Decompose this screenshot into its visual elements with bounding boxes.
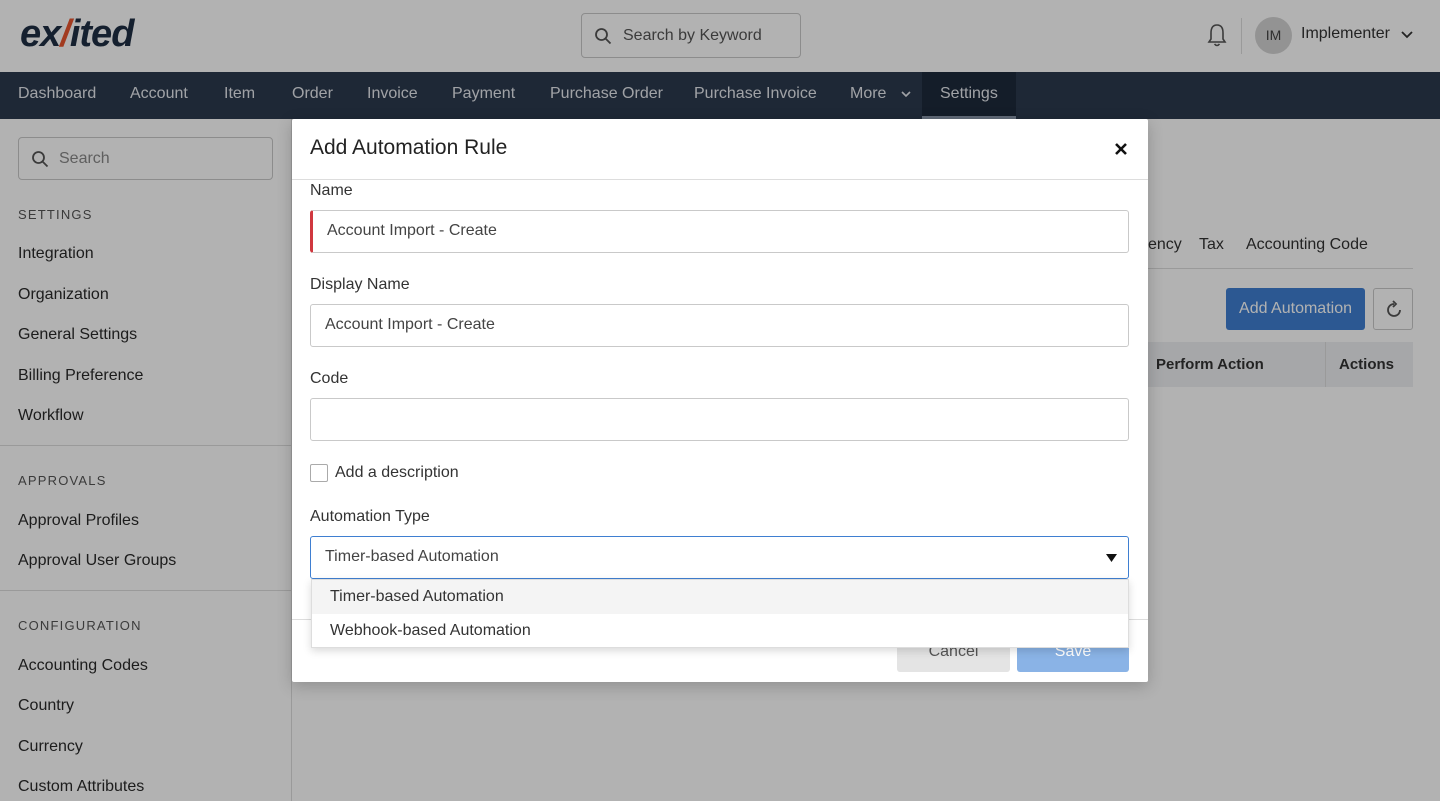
caret-down-icon (1106, 554, 1117, 562)
modal-title: Add Automation Rule (310, 136, 508, 159)
display-name-input[interactable]: Account Import - Create (310, 304, 1129, 347)
automation-type-label: Automation Type (310, 508, 430, 525)
add-description-checkbox[interactable] (310, 464, 328, 482)
modal-header: Add Automation Rule (292, 119, 1148, 180)
add-description-label[interactable]: Add a description (335, 464, 459, 482)
automation-type-dropdown: Timer-based Automation Webhook-based Aut… (311, 579, 1129, 648)
automation-type-select[interactable]: Timer-based Automation (310, 536, 1129, 579)
display-name-label: Display Name (310, 276, 410, 293)
code-input[interactable] (310, 398, 1129, 441)
code-label: Code (310, 370, 349, 387)
option-timer-based-automation[interactable]: Timer-based Automation (312, 580, 1128, 614)
option-webhook-based-automation[interactable]: Webhook-based Automation (312, 614, 1128, 648)
close-icon[interactable] (1111, 139, 1131, 159)
name-label: Name (310, 182, 353, 199)
name-input[interactable]: Account Import - Create (310, 210, 1129, 253)
automation-type-value: Timer-based Automation (325, 548, 499, 565)
